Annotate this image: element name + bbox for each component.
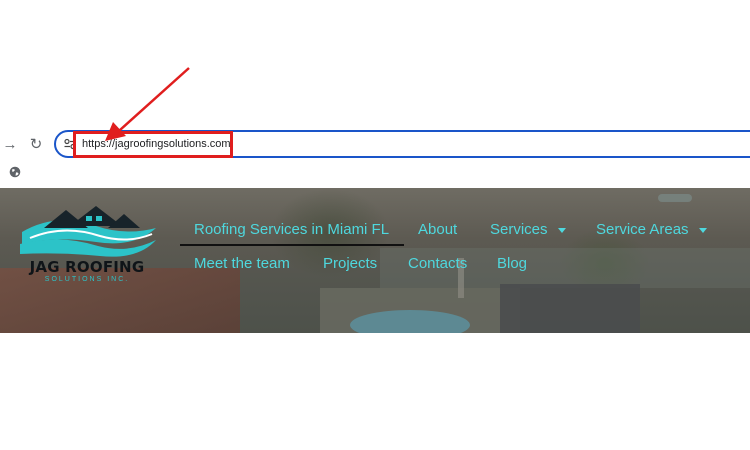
site-header: JAG ROOFING SOLUTIONS INC. Roofing Servi… [0,188,750,333]
menu-item-meet-the-team[interactable]: Meet the team [194,255,290,273]
menu-item-blog[interactable]: Blog [497,255,527,273]
menu-item-service-areas[interactable]: Service Areas [596,221,707,239]
menu-item-contacts[interactable]: Contacts [408,255,467,273]
logo-title: JAG ROOFING [29,258,145,276]
menu-item-services-label: Services [490,221,548,238]
screenshot-page: → ↻ https://jagroofingsolutions.com JAG … [0,0,750,450]
chevron-down-icon [698,227,707,233]
menu-item-about[interactable]: About [418,221,457,239]
house-logo-icon [20,206,156,257]
menu-item-roofing-services[interactable]: Roofing Services in Miami FL [194,221,389,239]
annotation-arrow-icon [105,67,190,141]
background-photo [350,310,470,333]
globe-icon [9,166,21,178]
chevron-down-icon [557,227,566,233]
background-photo [500,284,640,333]
menu-item-service-areas-label: Service Areas [596,221,689,238]
menu-item-services[interactable]: Services [490,221,566,239]
forward-arrow-icon[interactable]: → [2,137,18,153]
logo-subtitle: SOLUTIONS INC. [44,276,130,283]
menu-item-projects[interactable]: Projects [323,255,377,273]
site-logo[interactable]: JAG ROOFING SOLUTIONS INC. [16,204,158,286]
active-menu-underline [180,244,404,246]
background-photo [658,194,692,202]
reload-icon[interactable]: ↻ [28,137,44,153]
url-highlight-box [73,131,233,158]
